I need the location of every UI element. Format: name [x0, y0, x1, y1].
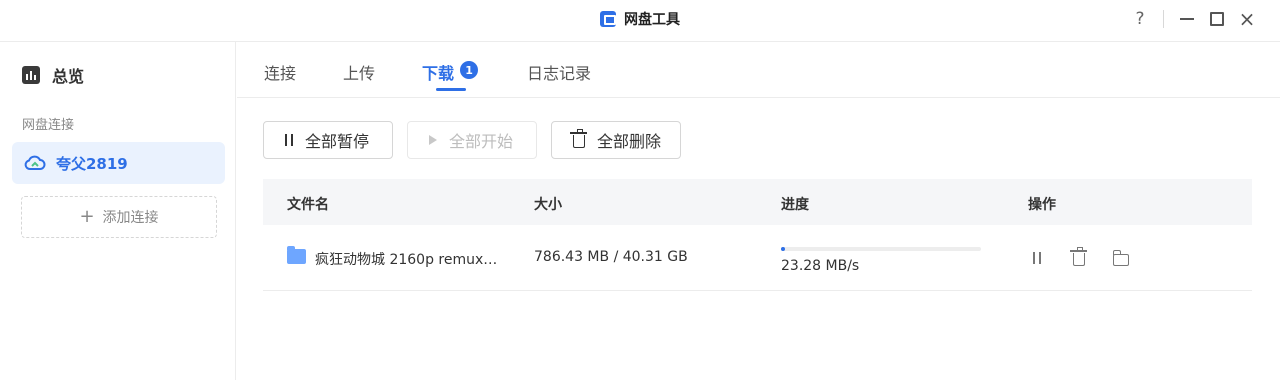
tab-download[interactable]: 下载 1 — [422, 60, 479, 98]
start-all-button[interactable]: 全部开始 — [407, 121, 537, 159]
sidebar-section-label: 网盘连接 — [22, 118, 75, 133]
pause-all-button[interactable]: 全部暂停 — [263, 121, 393, 159]
maximize-button[interactable] — [1202, 6, 1232, 32]
table-header: 文件名 大小 进度 操作 — [263, 179, 1252, 225]
tab-connections[interactable]: 连接 — [264, 60, 296, 98]
main-panel: 连接 上传 下载 1 日志记录 全部暂停 全部开始 全部删除 文件名 大小 进度… — [237, 42, 1280, 380]
download-speed: 23.28 MB/s — [781, 258, 860, 274]
sidebar-item-overview[interactable]: 总览 — [22, 64, 84, 86]
sidebar: 总览 网盘连接 夸父2819 + 添加连接 — [0, 42, 236, 380]
table-row: 疯狂动物城 2160p remux… 786.43 MB / 40.31 GB … — [263, 225, 1252, 291]
pause-icon — [285, 134, 293, 146]
tab-logs[interactable]: 日志记录 — [527, 60, 591, 98]
plus-icon: + — [79, 206, 95, 227]
play-icon — [429, 135, 437, 145]
column-header-actions: 操作 — [1028, 197, 1056, 213]
trash-icon — [570, 129, 587, 148]
app-drive-icon — [600, 11, 616, 27]
tab-bar: 连接 上传 下载 1 日志记录 — [237, 42, 1280, 98]
column-header-size: 大小 — [534, 197, 562, 213]
minimize-button[interactable] — [1172, 6, 1202, 32]
start-all-label: 全部开始 — [449, 132, 514, 151]
pause-icon — [1033, 252, 1041, 264]
delete-all-label: 全部删除 — [597, 132, 662, 151]
sidebar-item-overview-label: 总览 — [52, 67, 85, 86]
pause-all-label: 全部暂停 — [305, 132, 370, 151]
active-tab-indicator — [436, 88, 466, 91]
add-connection-button[interactable]: + 添加连接 — [21, 196, 217, 238]
sidebar-item-connection-label: 夸父2819 — [56, 154, 128, 173]
window-title-group: 网盘工具 — [0, 0, 1280, 38]
download-count-badge: 1 — [460, 61, 479, 79]
file-size: 786.43 MB / 40.31 GB — [534, 249, 688, 265]
app-window: 网盘工具 ? × 总览 网盘连接 夸父2819 + 添加连接 连接 上传 下载 … — [0, 0, 1280, 380]
window-controls-divider — [1163, 10, 1164, 28]
tab-upload-label: 上传 — [343, 64, 376, 83]
cloud-icon — [24, 155, 46, 171]
progress-bar-fill — [781, 247, 785, 251]
folder-icon — [287, 246, 306, 264]
minimize-icon — [1180, 18, 1194, 20]
tab-connections-label: 连接 — [264, 64, 297, 83]
maximize-icon — [1210, 12, 1224, 26]
close-icon: × — [1238, 7, 1256, 31]
help-icon: ? — [1135, 9, 1145, 29]
close-button[interactable]: × — [1232, 6, 1262, 32]
delete-download-button[interactable] — [1070, 247, 1088, 267]
column-header-progress: 进度 — [781, 197, 809, 213]
sidebar-item-connection[interactable]: 夸父2819 — [12, 142, 225, 184]
add-connection-label: 添加连接 — [102, 210, 159, 226]
window-controls: ? × — [1125, 6, 1262, 32]
pause-download-button[interactable] — [1028, 249, 1046, 267]
progress-bar — [781, 247, 981, 251]
delete-all-button[interactable]: 全部删除 — [551, 121, 681, 159]
tab-upload[interactable]: 上传 — [343, 60, 375, 98]
tab-download-label: 下载 — [422, 64, 455, 83]
open-folder-button[interactable] — [1112, 249, 1130, 267]
download-table: 文件名 大小 进度 操作 疯狂动物城 2160p remux… 786.43 M… — [263, 179, 1252, 291]
folder-open-icon — [1112, 249, 1129, 266]
overview-chart-icon — [22, 66, 40, 84]
window-title: 网盘工具 — [624, 12, 680, 28]
tab-logs-label: 日志记录 — [527, 64, 592, 83]
title-bar: 网盘工具 ? × — [0, 0, 1280, 42]
trash-icon — [1070, 247, 1087, 266]
file-name: 疯狂动物城 2160p remux… — [315, 252, 498, 268]
help-button[interactable]: ? — [1125, 6, 1155, 32]
column-header-filename: 文件名 — [287, 197, 329, 213]
